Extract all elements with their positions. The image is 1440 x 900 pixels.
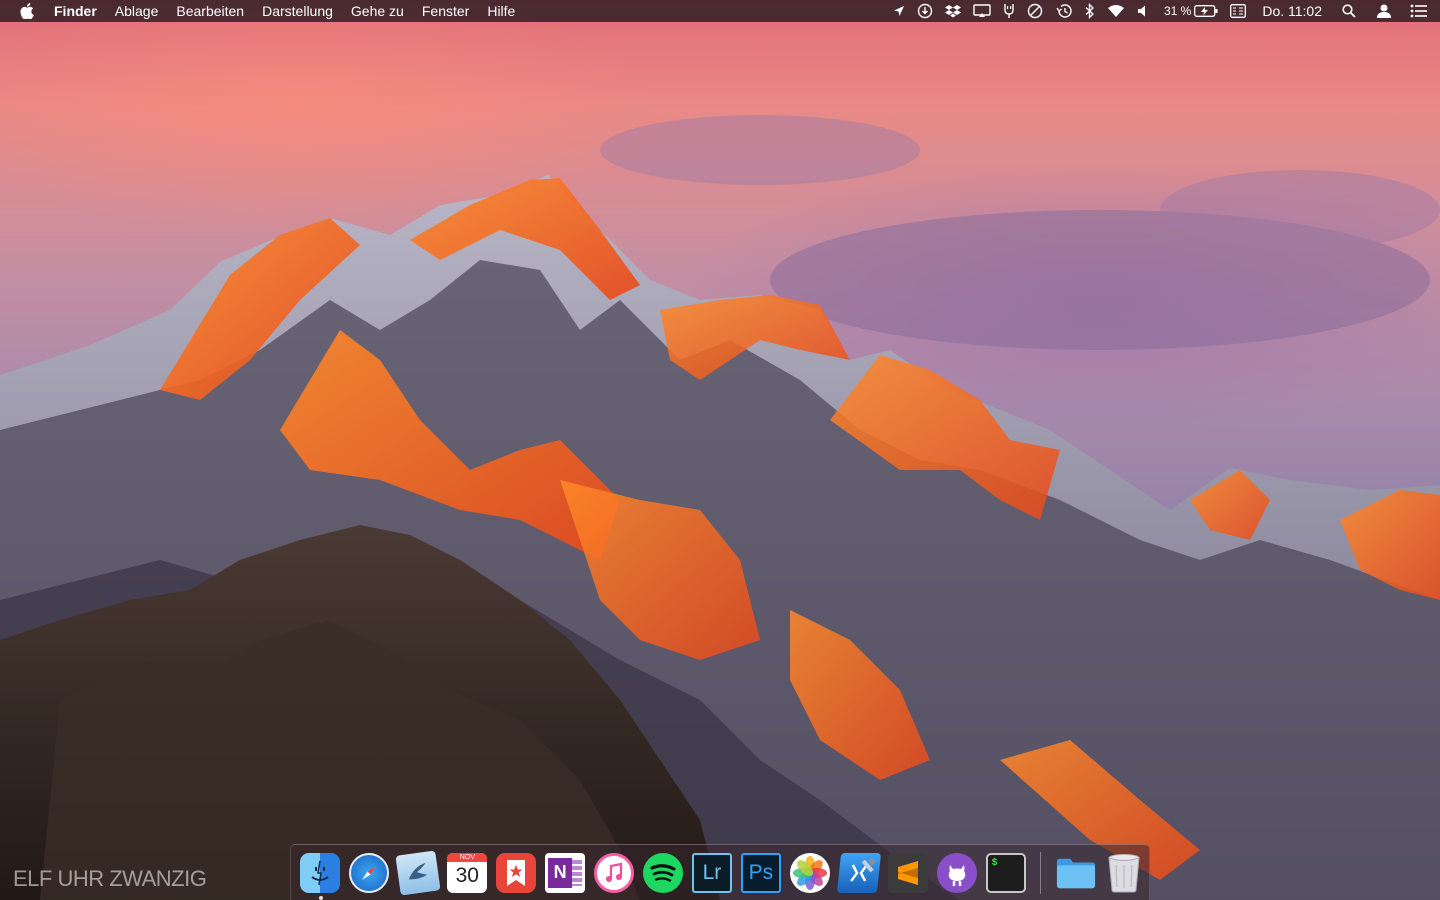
menu-bar: Finder Ablage Bearbeiten Darstellung Geh… [0,0,1440,22]
trash-icon [1104,853,1144,893]
notification-center-icon[interactable] [1402,0,1440,22]
time-machine-icon[interactable] [1049,0,1079,22]
dock-calendar[interactable]: NOV 30 [445,851,489,895]
lightroom-icon: Lr [691,852,732,893]
dock-sublime[interactable] [886,851,930,895]
dock-finder[interactable] [299,851,343,900]
battery-percentage: 31 % [1163,4,1192,18]
user-icon[interactable] [1366,0,1402,22]
running-indicator [318,895,323,900]
dock-spotify[interactable] [641,851,685,895]
dock-onenote[interactable]: N [543,851,587,895]
terminal-icon: $ [985,852,1026,893]
app-store-icon[interactable] [911,0,939,22]
dock-xcode[interactable] [836,851,881,895]
menu-gehe-zu[interactable]: Gehe zu [342,0,413,22]
dock-github[interactable] [935,851,979,895]
volume-icon[interactable] [1131,0,1155,22]
usb-icon[interactable] [997,0,1021,22]
do-not-disturb-icon[interactable] [1021,0,1049,22]
photoshop-icon: Ps [740,852,781,893]
itunes-icon [594,852,635,893]
desktop-word-clock: ELF UHR ZWANZIG [13,866,207,891]
menu-fenster[interactable]: Fenster [413,0,478,22]
calendar-month: NOV [447,852,488,862]
spotlight-icon[interactable] [1332,0,1366,22]
xcode-icon [836,852,881,893]
dock-separator [1040,851,1042,894]
mail-icon [395,849,441,896]
input-menu-icon[interactable] [1224,0,1252,22]
menu-bearbeiten[interactable]: Bearbeiten [167,0,253,22]
wifi-icon[interactable] [1101,0,1131,22]
finder-icon [300,852,341,893]
dock-lightroom[interactable]: Lr [690,851,734,895]
dock-safari[interactable] [347,851,391,895]
battery-status[interactable]: 31 % [1155,0,1224,22]
mountain-landscape [0,115,1440,900]
calendar-day: 30 [455,863,479,887]
dock-itunes[interactable] [592,851,636,895]
lightroom-glyph: Lr [702,860,722,884]
onenote-glyph: N [548,857,573,888]
sublime-icon [887,852,928,893]
dock-photoshop[interactable]: Ps [739,851,783,895]
dock-documents-stack[interactable] [1054,851,1098,895]
menu-hilfe[interactable]: Hilfe [478,0,524,22]
location-arrow-icon[interactable] [887,0,911,22]
dock-photos[interactable] [788,851,832,895]
bluetooth-icon[interactable] [1079,0,1101,22]
menu-darstellung[interactable]: Darstellung [253,0,342,22]
photos-icon [789,852,830,893]
battery-icon [1194,5,1218,17]
dock-wunderlist[interactable] [494,851,538,895]
dock-mail[interactable] [395,849,441,896]
onenote-icon: N [545,852,586,893]
terminal-prompt: $ [991,857,998,869]
calendar-icon: NOV 30 [447,852,488,893]
folder-icon [1056,853,1096,893]
dock-trash[interactable] [1103,851,1147,895]
wunderlist-icon [496,852,537,893]
menubar-clock[interactable]: Do. 11:02 [1252,3,1332,19]
apple-menu-icon[interactable] [10,3,44,19]
dock: NOV 30 N Lr Ps $ [290,844,1150,900]
airplay-icon[interactable] [967,0,997,22]
dropbox-icon[interactable] [939,0,967,22]
menu-app-finder[interactable]: Finder [44,0,106,22]
dock-terminal[interactable]: $ [984,851,1028,895]
photoshop-glyph: Ps [748,860,774,884]
desktop-wallpaper [0,0,1440,900]
menu-ablage[interactable]: Ablage [106,0,168,22]
github-icon [936,852,977,893]
spotify-icon [643,852,684,893]
safari-icon [349,852,390,893]
